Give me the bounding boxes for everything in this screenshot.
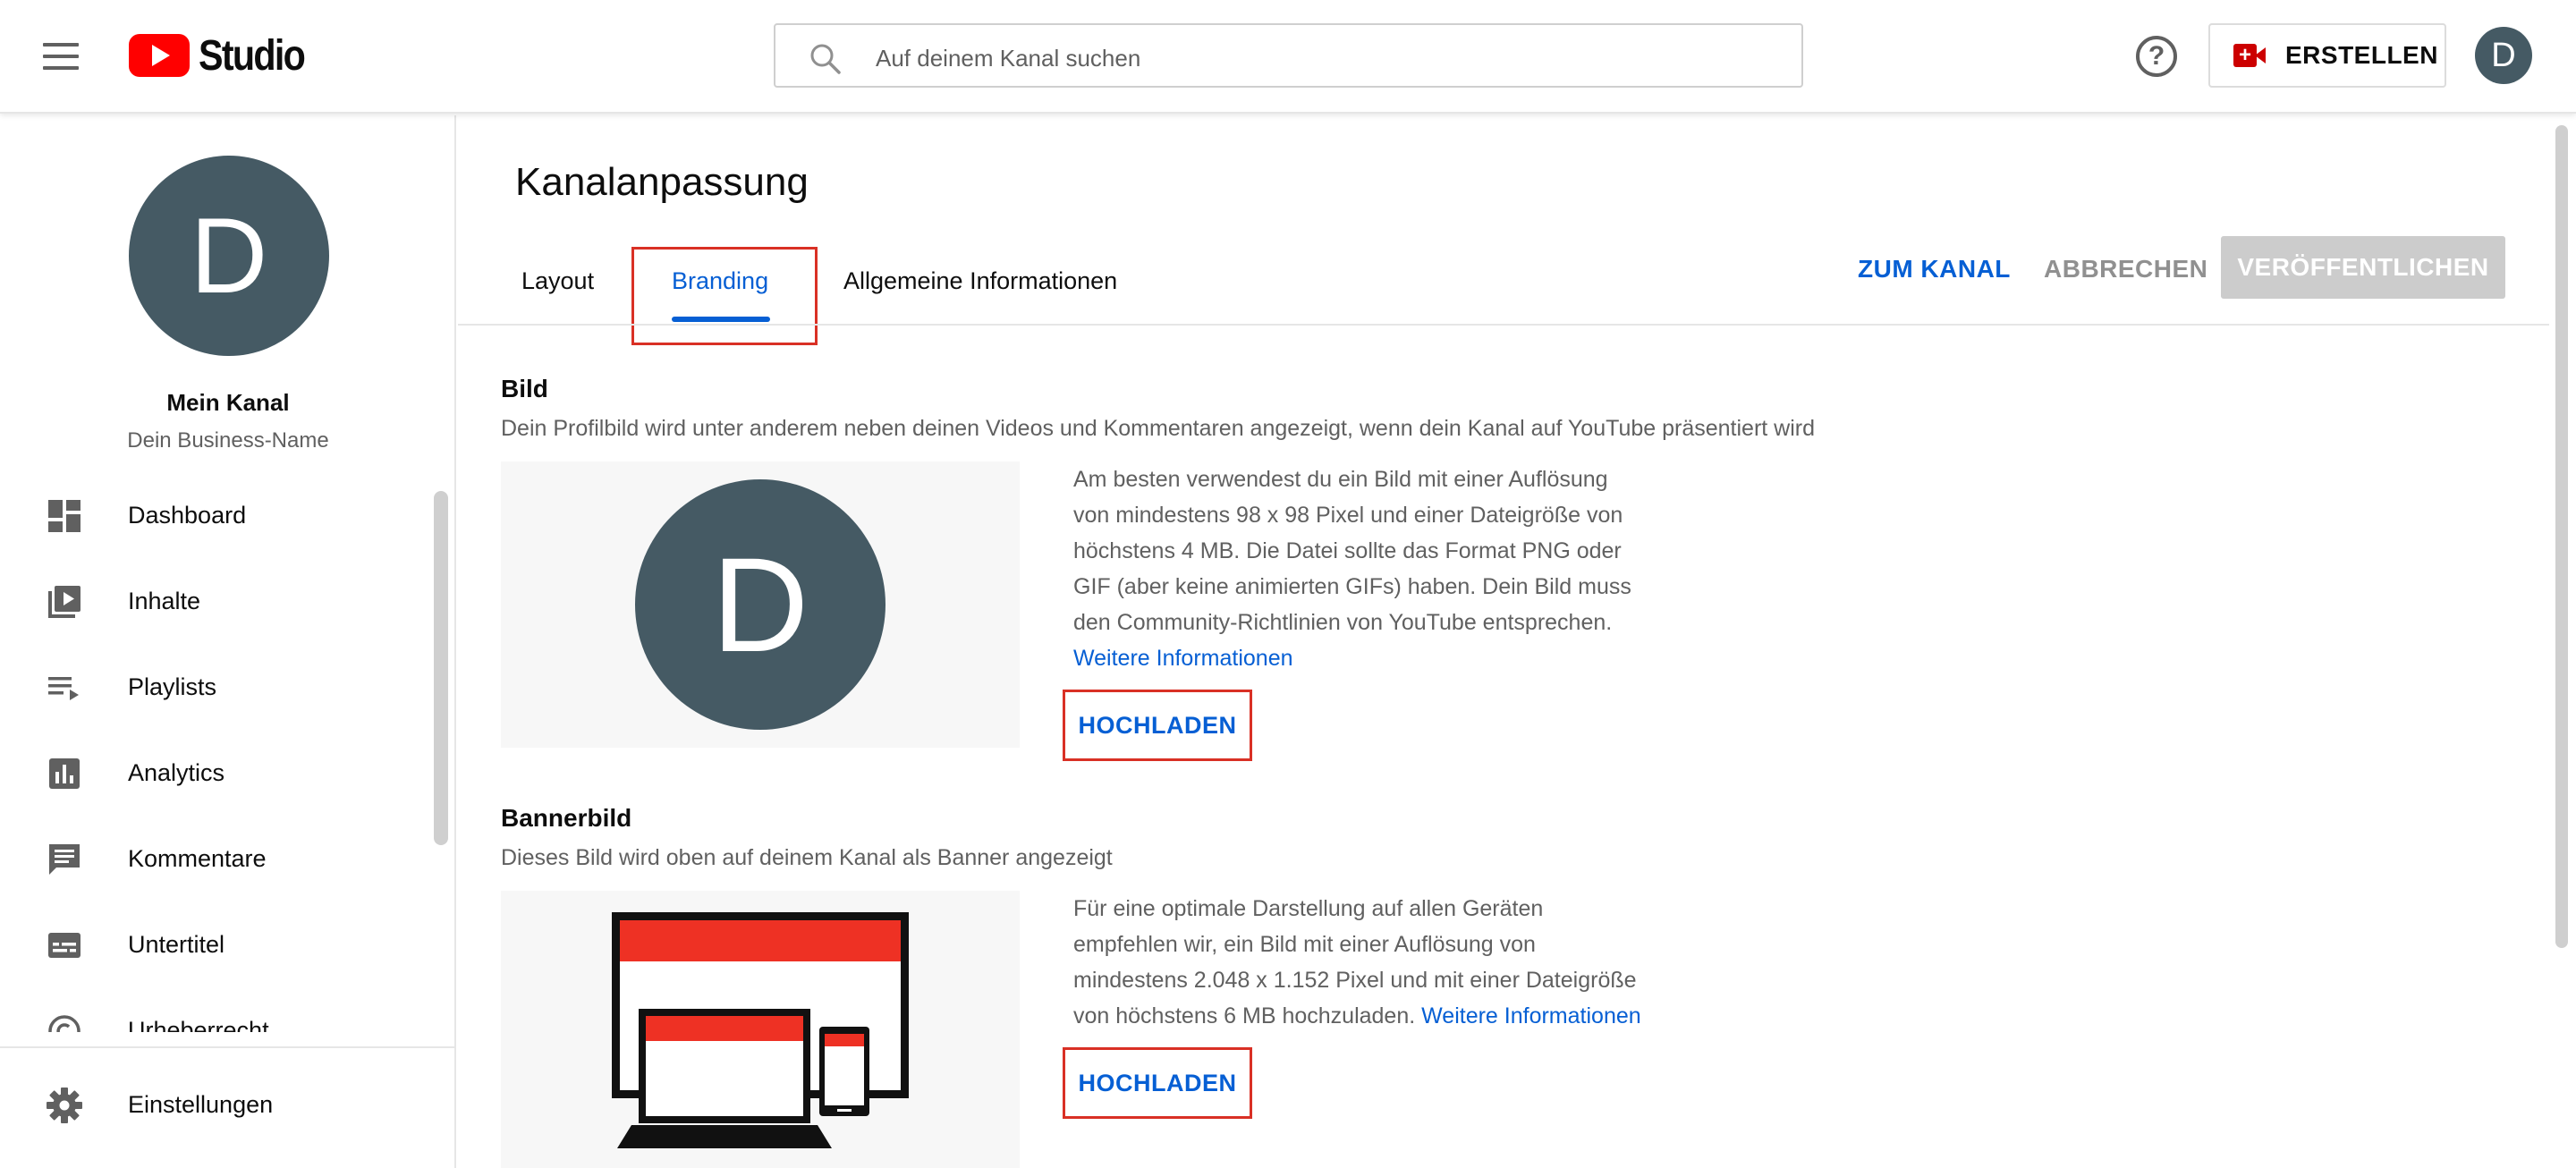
analytics-icon bbox=[49, 758, 80, 789]
banner-upload-button[interactable]: HOCHLADEN bbox=[1063, 1047, 1252, 1119]
sidebar-item-label: Analytics bbox=[128, 759, 225, 786]
sidebar-nav: Dashboard Inhalte Playlists Analytics Ko… bbox=[0, 473, 429, 1032]
banner-section-description: Dieses Bild wird oben auf deinem Kanal a… bbox=[501, 845, 1113, 870]
sidebar-item-playlists[interactable]: Playlists bbox=[0, 645, 429, 731]
picture-info-line: höchstens 4 MB. Die Datei sollte das For… bbox=[1073, 538, 1622, 563]
gear-icon bbox=[47, 1088, 82, 1123]
publish-button[interactable]: VERÖFFENTLICHEN bbox=[2221, 236, 2505, 299]
sidebar-item-einstellungen[interactable]: Einstellungen bbox=[0, 1046, 454, 1168]
channel-avatar[interactable]: D bbox=[129, 156, 329, 356]
search-icon bbox=[810, 44, 841, 74]
sidebar-item-untertitel[interactable]: Untertitel bbox=[0, 902, 429, 988]
sidebar-item-label: Playlists bbox=[128, 673, 217, 700]
help-icon[interactable]: ? bbox=[2136, 36, 2177, 77]
create-button[interactable]: + ERSTELLEN bbox=[2208, 23, 2446, 88]
video-library-icon bbox=[48, 586, 80, 618]
create-video-icon: + bbox=[2233, 44, 2266, 67]
sidebar: D Mein Kanal Dein Business-Name Dashboar… bbox=[0, 115, 456, 1168]
copyright-icon bbox=[48, 1015, 80, 1032]
picture-section-description: Dein Profilbild wird unter anderem neben… bbox=[501, 416, 1816, 441]
sidebar-item-kommentare[interactable]: Kommentare bbox=[0, 817, 429, 902]
picture-section-title: Bild bbox=[501, 375, 548, 402]
tab-general-info[interactable]: Allgemeine Informationen bbox=[843, 267, 1117, 295]
main-scrollbar[interactable] bbox=[2555, 125, 2568, 948]
sidebar-item-urheberrecht[interactable]: Urheberrecht bbox=[0, 988, 429, 1032]
settings-label: Einstellungen bbox=[128, 1091, 274, 1118]
business-name: Dein Business-Name bbox=[127, 428, 329, 453]
sidebar-scrollbar[interactable] bbox=[434, 491, 448, 845]
playlist-icon bbox=[48, 677, 79, 700]
banner-info-line: mindestens 2.048 x 1.152 Pixel und mit e… bbox=[1073, 968, 1637, 993]
banner-more-info-link[interactable]: Weitere Informationen bbox=[1421, 1003, 1641, 1028]
banner-info-line: von höchstens 6 MB hochzuladen. bbox=[1073, 1003, 1416, 1028]
sidebar-item-dashboard[interactable]: Dashboard bbox=[0, 473, 429, 559]
profile-picture-avatar: D bbox=[635, 479, 886, 730]
banner-preview bbox=[501, 891, 1020, 1168]
channel-name: Mein Kanal bbox=[166, 389, 290, 416]
sidebar-item-inhalte[interactable]: Inhalte bbox=[0, 559, 429, 645]
sidebar-item-label: Inhalte bbox=[128, 588, 201, 614]
sidebar-item-label: Kommentare bbox=[128, 845, 267, 872]
banner-section-title: Bannerbild bbox=[501, 804, 632, 832]
picture-info-line: den Community-Richtlinien von YouTube en… bbox=[1073, 610, 1613, 635]
account-avatar[interactable]: D bbox=[2475, 27, 2532, 84]
banner-info-line-with-link: von höchstens 6 MB hochzuladen. Weitere … bbox=[1073, 998, 1641, 1034]
youtube-logo-icon bbox=[129, 34, 190, 77]
tab-layout[interactable]: Layout bbox=[521, 267, 594, 295]
banner-info-text: Für eine optimale Darstellung auf allen … bbox=[1073, 891, 1641, 1034]
banner-info-line: empfehlen wir, ein Bild mit einer Auflös… bbox=[1073, 932, 1536, 957]
main-content: Kanalanpassung Layout Branding Allgemein… bbox=[458, 115, 2551, 1168]
picture-upload-button[interactable]: HOCHLADEN bbox=[1063, 690, 1252, 761]
logo-text: Studio bbox=[199, 31, 306, 80]
tabs-divider bbox=[458, 324, 2551, 326]
picture-info-line: GIF (aber keine animierten GIFs) haben. … bbox=[1073, 574, 1631, 599]
search-placeholder: Auf deinem Kanal suchen bbox=[876, 45, 1141, 72]
picture-info-text: Am besten verwendest du ein Bild mit ein… bbox=[1073, 461, 1631, 676]
top-bar: Studio Auf deinem Kanal suchen ? + ERSTE… bbox=[0, 0, 2576, 114]
sidebar-item-analytics[interactable]: Analytics bbox=[0, 731, 429, 817]
studio-logo[interactable]: Studio bbox=[129, 31, 321, 80]
profile-picture-preview: D bbox=[501, 461, 1020, 748]
sidebar-item-label: Dashboard bbox=[128, 502, 247, 529]
picture-info-line: Am besten verwendest du ein Bild mit ein… bbox=[1073, 467, 1608, 492]
sidebar-item-label: Untertitel bbox=[128, 931, 225, 958]
sidebar-item-label: Urheberrecht bbox=[128, 1017, 269, 1032]
search-input[interactable]: Auf deinem Kanal suchen bbox=[774, 23, 1803, 88]
dashboard-icon bbox=[48, 500, 80, 532]
cancel-button[interactable]: ABBRECHEN bbox=[2044, 255, 2207, 284]
comment-icon bbox=[49, 844, 80, 875]
picture-more-info-link[interactable]: Weitere Informationen bbox=[1073, 640, 1631, 676]
subtitles-icon bbox=[48, 933, 80, 958]
menu-icon[interactable] bbox=[43, 43, 79, 70]
page-title: Kanalanpassung bbox=[515, 160, 809, 204]
highlight-box-tab bbox=[631, 247, 818, 345]
create-button-label: ERSTELLEN bbox=[2285, 41, 2438, 69]
devices-illustration bbox=[612, 912, 909, 1148]
to-channel-button[interactable]: ZUM KANAL bbox=[1858, 255, 2011, 284]
picture-info-line: von mindestens 98 x 98 Pixel und einer D… bbox=[1073, 503, 1623, 528]
banner-info-line: Für eine optimale Darstellung auf allen … bbox=[1073, 896, 1544, 921]
